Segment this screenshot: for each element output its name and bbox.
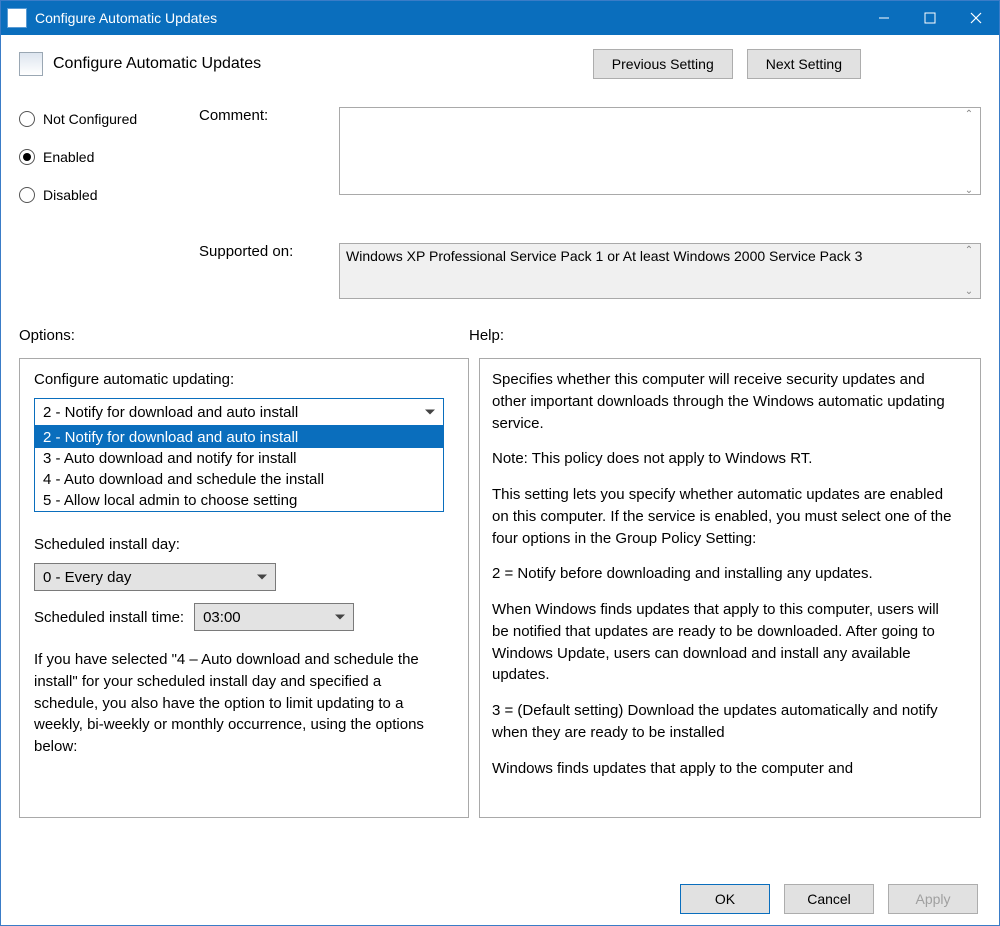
help-paragraph: Note: This policy does not apply to Wind… bbox=[492, 448, 954, 470]
apply-button[interactable]: Apply bbox=[888, 884, 978, 914]
help-option-desc: Windows finds updates that apply to the … bbox=[492, 758, 954, 780]
title-bar: Configure Automatic Updates bbox=[1, 1, 999, 35]
options-header: Options: bbox=[19, 327, 469, 344]
minimize-button[interactable] bbox=[861, 1, 907, 35]
help-header: Help: bbox=[469, 327, 504, 344]
install-day-label: Scheduled install day: bbox=[34, 536, 454, 553]
configure-updating-label: Configure automatic updating: bbox=[34, 371, 454, 388]
options-pane[interactable]: Configure automatic updating: 2 - Notify… bbox=[19, 358, 469, 818]
help-paragraph: Specifies whether this computer will rec… bbox=[492, 369, 954, 434]
help-option-desc: When Windows finds updates that apply to… bbox=[492, 599, 954, 686]
install-time-dropdown[interactable]: 03:00 bbox=[194, 603, 354, 631]
radio-icon bbox=[19, 187, 35, 203]
next-setting-button[interactable]: Next Setting bbox=[747, 49, 861, 79]
radio-not-configured[interactable]: Not Configured bbox=[19, 111, 179, 127]
help-option-line: 3 = (Default setting) Download the updat… bbox=[492, 700, 954, 744]
dialog-header: Configure Automatic Updates Previous Set… bbox=[19, 49, 981, 79]
dropdown-option[interactable]: 5 - Allow local admin to choose setting bbox=[35, 490, 443, 511]
install-time-value: 03:00 bbox=[203, 609, 241, 626]
schedule-note-text: If you have selected "4 – Auto download … bbox=[34, 649, 444, 758]
supported-on-text: Windows XP Professional Service Pack 1 o… bbox=[346, 248, 862, 264]
dropdown-listbox[interactable]: 2 - Notify for download and auto install… bbox=[34, 426, 444, 512]
radio-enabled[interactable]: Enabled bbox=[19, 149, 179, 165]
dropdown-option[interactable]: 4 - Auto download and schedule the insta… bbox=[35, 469, 443, 490]
window-title: Configure Automatic Updates bbox=[35, 10, 861, 26]
policy-icon bbox=[19, 52, 43, 76]
help-pane[interactable]: Specifies whether this computer will rec… bbox=[479, 358, 981, 818]
dialog-footer: OK Cancel Apply bbox=[680, 884, 978, 914]
radio-label: Enabled bbox=[43, 149, 94, 165]
comment-label: Comment: bbox=[199, 107, 319, 225]
install-day-value: 0 - Every day bbox=[43, 569, 131, 586]
radio-icon bbox=[19, 149, 35, 165]
ok-button[interactable]: OK bbox=[680, 884, 770, 914]
configure-updating-dropdown[interactable]: 2 - Notify for download and auto install… bbox=[34, 398, 444, 426]
radio-label: Not Configured bbox=[43, 111, 137, 127]
radio-disabled[interactable]: Disabled bbox=[19, 187, 179, 203]
maximize-button[interactable] bbox=[907, 1, 953, 35]
state-radio-group: Not Configured Enabled Disabled bbox=[19, 107, 179, 225]
supported-on-box: Windows XP Professional Service Pack 1 o… bbox=[339, 243, 981, 299]
help-option-line: 2 = Notify before downloading and instal… bbox=[492, 563, 954, 585]
install-time-label: Scheduled install time: bbox=[34, 609, 184, 626]
previous-setting-button[interactable]: Previous Setting bbox=[593, 49, 733, 79]
install-day-dropdown[interactable]: 0 - Every day bbox=[34, 563, 276, 591]
policy-window-icon bbox=[7, 8, 27, 28]
cancel-button[interactable]: Cancel bbox=[784, 884, 874, 914]
dialog-content: Configure Automatic Updates Previous Set… bbox=[1, 35, 999, 828]
dropdown-selected-value: 2 - Notify for download and auto install bbox=[43, 404, 298, 421]
help-paragraph: This setting lets you specify whether au… bbox=[492, 484, 954, 549]
close-button[interactable] bbox=[953, 1, 999, 35]
dropdown-option[interactable]: 3 - Auto download and notify for install bbox=[35, 448, 443, 469]
radio-label: Disabled bbox=[43, 187, 97, 203]
dropdown-option[interactable]: 2 - Notify for download and auto install bbox=[35, 427, 443, 448]
radio-icon bbox=[19, 111, 35, 127]
comment-input[interactable] bbox=[339, 107, 981, 195]
policy-title: Configure Automatic Updates bbox=[53, 55, 593, 73]
supported-on-label: Supported on: bbox=[199, 243, 319, 299]
